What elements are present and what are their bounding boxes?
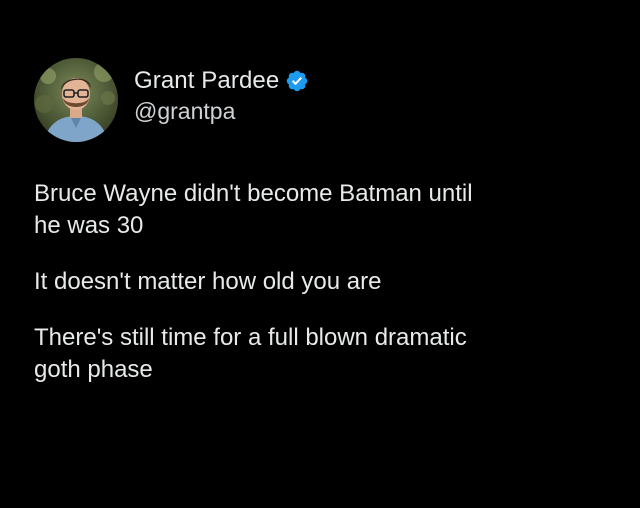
tweet-paragraph-3: There's still time for a full blown dram… [34, 324, 467, 383]
tweet-card: Grant Pardee @grantpa Bruce Wayne didn't… [0, 0, 640, 508]
name-row: Grant Pardee [134, 66, 309, 96]
avatar[interactable] [34, 58, 118, 142]
user-handle[interactable]: @grantpa [134, 98, 309, 125]
display-name[interactable]: Grant Pardee [134, 67, 279, 95]
verified-badge-icon [287, 70, 308, 92]
author-block: Grant Pardee @grantpa [134, 66, 309, 125]
tweet-text: Bruce Wayne didn't become Batman until h… [34, 178, 624, 410]
tweet-paragraph-1: Bruce Wayne didn't become Batman until h… [34, 180, 473, 239]
tweet-paragraph-2: It doesn't matter how old you are [34, 268, 382, 295]
avatar-photo [34, 58, 118, 142]
